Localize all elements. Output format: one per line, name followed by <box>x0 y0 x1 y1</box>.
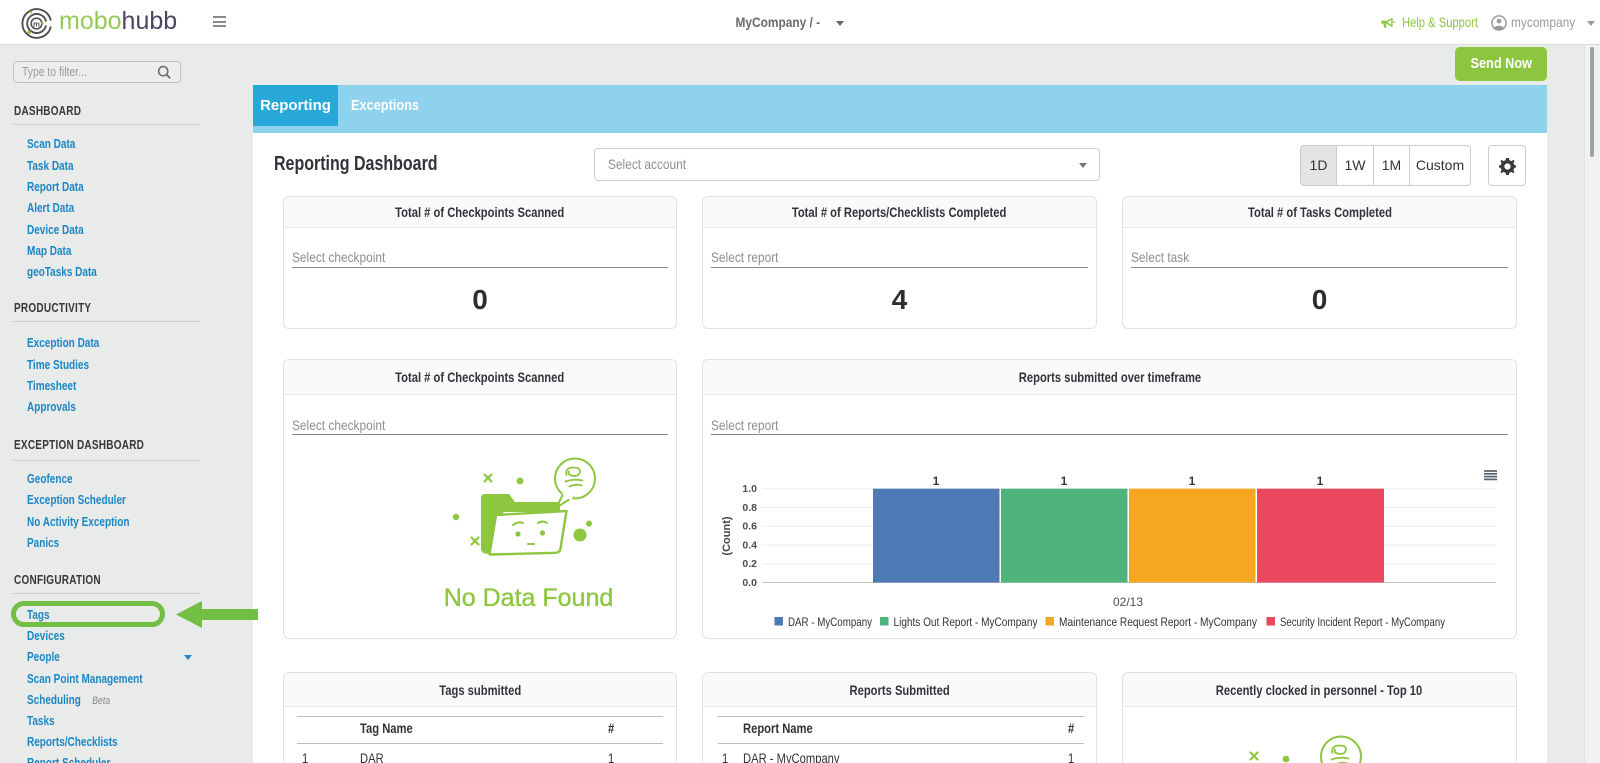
svg-text:0.4: 0.4 <box>742 539 757 551</box>
svg-text:Lights Out Report - MyCompany: Lights Out Report - MyCompany <box>894 615 1039 629</box>
svg-text:0.8: 0.8 <box>742 502 757 514</box>
svg-text:0.6: 0.6 <box>742 521 757 533</box>
svg-text:1.0: 1.0 <box>742 483 757 495</box>
svg-text:0.2: 0.2 <box>742 558 757 570</box>
svg-text:1: 1 <box>1189 474 1196 488</box>
svg-text:1: 1 <box>933 474 940 488</box>
svg-text:Security Incident Report - MyC: Security Incident Report - MyCompany <box>1280 615 1446 629</box>
svg-text:(Count): (Count) <box>721 516 733 555</box>
svg-text:02/13: 02/13 <box>1113 595 1143 609</box>
svg-text:DAR - MyCompany: DAR - MyCompany <box>788 615 873 629</box>
svg-text:0.0: 0.0 <box>742 577 757 589</box>
svg-text:Maintenance Request Report - M: Maintenance Request Report - MyCompany <box>1059 615 1258 629</box>
svg-text:1: 1 <box>1317 474 1324 488</box>
svg-text:1: 1 <box>1061 474 1068 488</box>
